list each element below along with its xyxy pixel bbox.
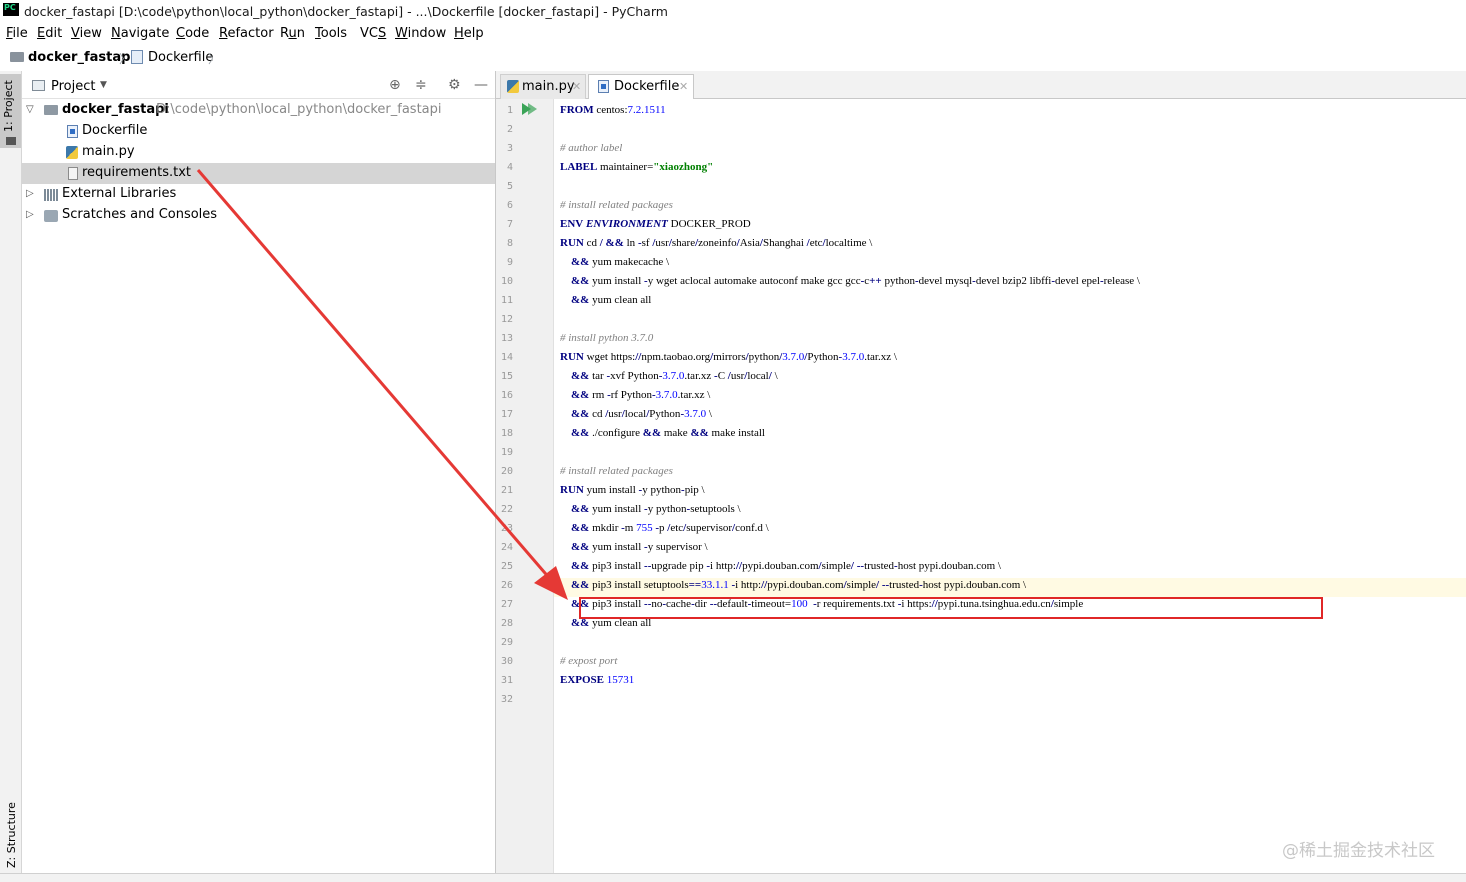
arrow-line <box>196 169 553 581</box>
arrow-head <box>534 566 568 600</box>
watermark: @稀土掘金技术社区 <box>1282 841 1435 861</box>
annotation-arrow <box>196 169 568 600</box>
